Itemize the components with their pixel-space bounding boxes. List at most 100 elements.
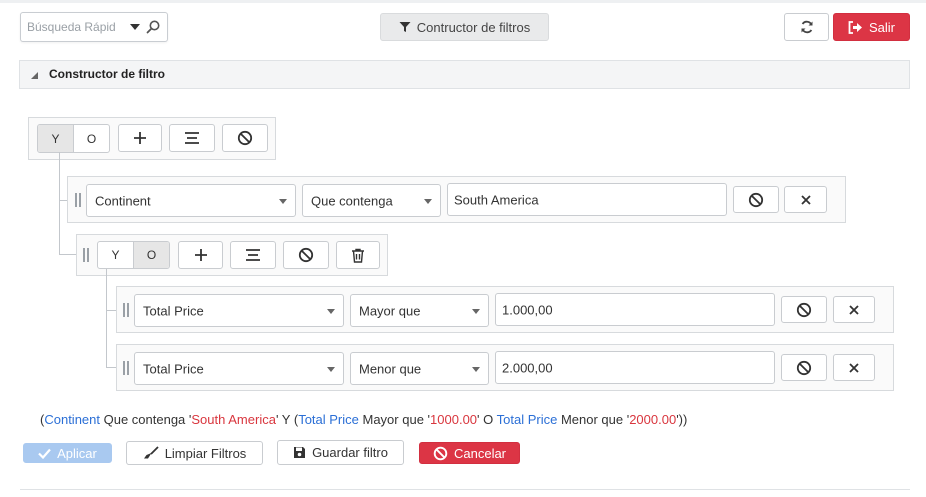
cancel-label: Cancelar — [453, 445, 507, 461]
chevron-down-icon — [327, 366, 335, 372]
rule-field-value: Total Price — [143, 361, 204, 376]
tree-connector — [59, 152, 60, 254]
summary-text: Menor que ' — [557, 412, 630, 427]
rule-operator-select[interactable]: Mayor que — [350, 294, 489, 327]
save-filter-label: Guardar filtro — [312, 445, 388, 460]
root-conjunction-or[interactable]: O — [73, 125, 109, 152]
root-disable-button[interactable] — [222, 124, 268, 152]
refresh-icon — [801, 20, 812, 34]
apply-label: Aplicar — [57, 445, 97, 461]
rule-operator-value: Menor que — [359, 361, 422, 376]
clear-filters-label: Limpiar Filtros — [164, 445, 247, 461]
filter-builder-panel-header[interactable]: Constructor de filtro — [19, 60, 910, 89]
rule-field-value: Continent — [95, 193, 151, 208]
chevron-down-icon — [472, 366, 480, 372]
rule-value-input[interactable]: South America — [447, 183, 727, 216]
rule-field-select[interactable]: Total Price — [134, 352, 344, 385]
clear-filters-button[interactable]: Limpiar Filtros — [126, 441, 263, 465]
collapse-triangle-icon[interactable] — [31, 72, 38, 79]
summary-text: ' Y ( — [275, 412, 299, 427]
search-icon[interactable] — [145, 19, 161, 35]
summary-field: Total Price — [496, 412, 558, 427]
rule-value-input[interactable]: 1.000,00 — [495, 293, 775, 326]
filter-summary: (Continent Que contenga 'South America' … — [40, 412, 687, 427]
apply-button[interactable]: Aplicar — [23, 443, 112, 463]
lines-icon — [185, 132, 199, 144]
chevron-down-icon[interactable] — [130, 24, 140, 30]
logout-button[interactable]: Salir — [833, 13, 910, 41]
drag-handle-icon[interactable] — [123, 361, 129, 375]
rule-field-select[interactable]: Total Price — [134, 294, 344, 327]
summary-field: Continent — [44, 412, 100, 427]
ban-icon — [796, 360, 812, 375]
filter-builder-label: Contructor de filtros — [416, 19, 531, 35]
rule-operator-value: Mayor que — [359, 303, 421, 318]
ban-icon — [298, 247, 314, 263]
tree-connector — [106, 367, 116, 368]
floppy-disk-icon — [294, 447, 306, 458]
rule-operator-select[interactable]: Menor que — [350, 352, 489, 385]
rule-operator-select[interactable]: Que contenga — [302, 184, 441, 217]
trash-icon — [352, 248, 364, 263]
drag-handle-icon[interactable] — [83, 248, 89, 262]
lines-icon — [246, 249, 260, 261]
summary-text: ')) — [676, 412, 688, 427]
sub-add-group-button[interactable] — [230, 241, 276, 269]
summary-text: ' O — [477, 412, 497, 427]
quick-search[interactable] — [20, 12, 168, 42]
plus-icon — [194, 249, 207, 261]
sub-delete-group-button[interactable] — [336, 241, 380, 269]
chevron-down-icon — [279, 198, 287, 204]
rule-field-select[interactable]: Continent — [86, 184, 296, 217]
sub-add-rule-button[interactable] — [178, 241, 223, 269]
drag-handle-icon[interactable] — [123, 303, 129, 317]
summary-text: Mayor que ' — [358, 412, 431, 427]
rule-value-text: 2.000,00 — [502, 360, 553, 375]
ban-icon — [433, 446, 448, 460]
plus-icon — [134, 132, 146, 144]
rule-value-input[interactable]: 2.000,00 — [495, 351, 775, 384]
root-add-rule-button[interactable] — [118, 124, 162, 152]
logout-label: Salir — [868, 19, 895, 35]
rule-operator-value: Que contenga — [311, 193, 393, 208]
filter-builder-button[interactable]: Contructor de filtros — [380, 13, 549, 41]
chevron-down-icon — [424, 198, 432, 204]
cancel-button[interactable]: Cancelar — [419, 442, 520, 464]
funnel-icon — [399, 22, 411, 32]
rule-delete-button[interactable] — [833, 354, 875, 381]
rule-disable-button[interactable] — [781, 354, 827, 381]
chevron-down-icon — [327, 308, 335, 314]
tree-connector — [106, 310, 116, 311]
rule-delete-button[interactable] — [784, 186, 827, 213]
sub-conjunction-and[interactable]: Y — [98, 242, 133, 268]
rule-value-text: 1.000,00 — [502, 302, 553, 317]
chevron-down-icon — [472, 308, 480, 314]
check-icon — [38, 448, 51, 459]
ban-icon — [748, 192, 764, 207]
broom-icon — [143, 446, 159, 459]
tree-connector — [59, 254, 76, 255]
rule-disable-button[interactable] — [733, 186, 779, 213]
table-header-edge — [20, 489, 910, 497]
quick-search-input[interactable] — [27, 18, 127, 36]
tree-connector — [106, 269, 107, 367]
summary-value: 2000.00 — [629, 412, 677, 427]
close-icon — [849, 362, 859, 373]
root-conjunction-toggle[interactable]: Y O — [37, 124, 110, 153]
sub-disable-button[interactable] — [283, 241, 329, 269]
root-conjunction-and[interactable]: Y — [38, 125, 73, 152]
rule-field-value: Total Price — [143, 303, 204, 318]
refresh-button[interactable] — [784, 13, 829, 41]
summary-text: Que contenga ' — [100, 412, 192, 427]
sub-conjunction-or[interactable]: O — [133, 242, 169, 268]
save-filter-button[interactable]: Guardar filtro — [277, 440, 404, 465]
summary-value: South America — [191, 412, 276, 427]
ban-icon — [237, 130, 253, 146]
rule-disable-button[interactable] — [781, 296, 827, 323]
summary-value: 1000.00 — [430, 412, 478, 427]
rule-delete-button[interactable] — [833, 296, 875, 323]
top-border — [0, 0, 926, 3]
drag-handle-icon[interactable] — [75, 193, 81, 207]
sub-conjunction-toggle[interactable]: Y O — [97, 241, 170, 269]
root-add-group-button[interactable] — [169, 124, 215, 152]
